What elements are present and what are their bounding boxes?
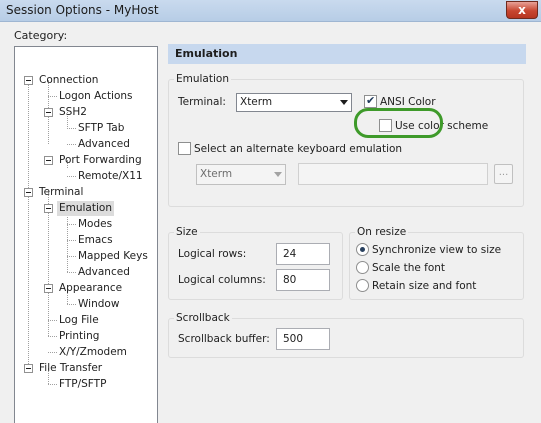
tree-item-port-forwarding[interactable]: Port Forwarding [57, 153, 144, 168]
tree-item-remote-x11[interactable]: Remote/X11 [76, 169, 145, 184]
category-tree[interactable]: Connection Logon Actions SSH2 SFTP Tab A… [14, 46, 158, 423]
tree-item-log-file[interactable]: Log File [57, 313, 101, 328]
scrollback-buffer-field[interactable]: 500 [276, 328, 330, 350]
expand-collapse-icon[interactable] [24, 364, 33, 373]
logical-columns-label: Logical columns: [178, 274, 266, 286]
dropdown-arrow-icon [340, 100, 348, 105]
expand-collapse-icon[interactable] [44, 284, 53, 293]
scale-font-label: Scale the font [372, 262, 446, 274]
scale-font-radio[interactable] [356, 261, 369, 274]
logical-rows-label: Logical rows: [178, 248, 247, 260]
tree-item-xyzmodem[interactable]: X/Y/Zmodem [57, 345, 129, 360]
tree-connector [48, 336, 57, 337]
tree-item-appearance[interactable]: Appearance [57, 281, 124, 296]
tree-item-ftp-sftp[interactable]: FTP/SFTP [57, 377, 108, 392]
emulation-group-title: Emulation [174, 73, 231, 85]
tree-item-modes[interactable]: Modes [76, 217, 114, 232]
tree-connector [67, 144, 76, 145]
tree-item-emacs[interactable]: Emacs [76, 233, 115, 248]
close-button[interactable]: x [506, 1, 538, 19]
retain-size-radio[interactable] [356, 279, 369, 292]
category-label: Category: [14, 29, 68, 42]
tree-item-window[interactable]: Window [76, 297, 121, 312]
dropdown-arrow-icon [274, 172, 282, 177]
tree-item-file-transfer[interactable]: File Transfer [37, 361, 104, 376]
synchronize-view-radio[interactable] [356, 243, 369, 256]
on-resize-group-title: On resize [355, 226, 409, 238]
tree-connector [48, 320, 57, 321]
tree-connector [67, 128, 76, 129]
expand-collapse-icon[interactable] [24, 76, 33, 85]
logical-columns-field[interactable]: 80 [276, 269, 330, 291]
terminal-label: Terminal: [178, 96, 226, 108]
title-bar[interactable]: Session Options - MyHost x [0, 0, 541, 22]
alt-keyboard-select-value: Xterm [200, 168, 233, 180]
alt-keyboard-select[interactable]: Xterm [196, 164, 286, 185]
tree-connector [67, 256, 76, 257]
scrollback-group-title: Scrollback [174, 312, 232, 324]
retain-size-label: Retain size and font [372, 280, 477, 292]
tree-item-connection[interactable]: Connection [37, 73, 100, 88]
alt-keyboard-label: Select an alternate keyboard emulation [194, 143, 403, 155]
tree-item-sftp-tab[interactable]: SFTP Tab [76, 121, 126, 136]
tree-item-terminal[interactable]: Terminal [37, 185, 85, 200]
panel-header: Emulation [168, 44, 526, 64]
tree-connector [48, 384, 57, 385]
close-icon: x [518, 3, 526, 17]
tree-connector [67, 272, 76, 273]
expand-collapse-icon[interactable] [24, 188, 33, 197]
tree-item-emulation[interactable]: Emulation [57, 201, 114, 216]
expand-collapse-icon[interactable] [44, 108, 53, 117]
expand-collapse-icon[interactable] [44, 156, 53, 165]
synchronize-view-label: Synchronize view to size [372, 244, 502, 256]
ansi-color-checkbox[interactable] [364, 94, 377, 108]
tree-item-emulation-advanced[interactable]: Advanced [76, 265, 132, 280]
tree-connector [28, 80, 29, 366]
alt-keyboard-checkbox[interactable] [178, 142, 191, 155]
alt-keyboard-field[interactable] [298, 163, 488, 185]
terminal-select-value: Xterm [240, 96, 273, 108]
tree-connector [48, 352, 57, 353]
tree-item-logon-actions[interactable]: Logon Actions [57, 89, 135, 104]
tree-item-ssh2[interactable]: SSH2 [57, 105, 89, 120]
browse-button[interactable]: ... [494, 164, 513, 184]
tree-item-mapped-keys[interactable]: Mapped Keys [76, 249, 150, 264]
tree-connector [67, 176, 76, 177]
tree-item-printing[interactable]: Printing [57, 329, 101, 344]
settings-panel: Emulation Emulation Terminal: Xterm ANSI… [168, 44, 526, 362]
tree-connector [48, 192, 49, 336]
tree-connector [67, 224, 76, 225]
size-group-title: Size [174, 226, 200, 238]
highlight-annotation [354, 108, 443, 138]
tree-item-ssh2-advanced[interactable]: Advanced [76, 137, 132, 152]
tree-connector [67, 240, 76, 241]
tree-connector [48, 96, 57, 97]
expand-collapse-icon[interactable] [44, 204, 53, 213]
logical-rows-field[interactable]: 24 [276, 243, 330, 265]
dialog-client: Category: Connection Logon Actions SSH2 … [0, 22, 541, 423]
window-title: Session Options - MyHost [6, 3, 159, 17]
terminal-select[interactable]: Xterm [236, 93, 352, 112]
tree-connector [67, 304, 76, 305]
ansi-color-label: ANSI Color [380, 96, 436, 108]
scrollback-buffer-label: Scrollback buffer: [178, 333, 270, 345]
